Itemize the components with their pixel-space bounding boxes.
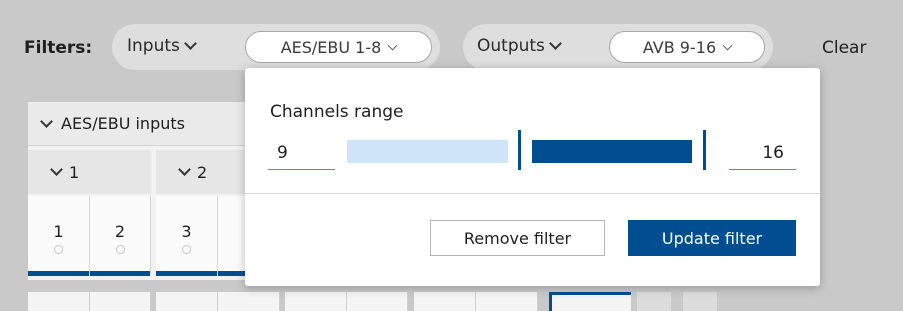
channel-group-label: 2 <box>197 162 208 182</box>
channel-cell[interactable]: 3 <box>156 196 218 276</box>
filters-label: Filters: <box>24 38 93 58</box>
outputs-dropdown[interactable]: Outputs <box>477 36 562 56</box>
channel-group-label: 1 <box>69 162 80 182</box>
grid-cell <box>285 292 347 311</box>
channel-cell[interactable]: 2 <box>90 196 151 276</box>
grid-cell <box>476 292 538 311</box>
channels-range-popover: Channels range Remove filter Update filt… <box>245 68 820 286</box>
channel-cell[interactable]: 1 <box>28 196 90 276</box>
clear-filters-button[interactable]: Clear <box>822 38 866 58</box>
section-header[interactable]: AES/EBU inputs <box>28 102 250 146</box>
range-track-selected[interactable] <box>532 140 692 163</box>
grid-cell <box>28 292 90 311</box>
grid-toggle[interactable] <box>637 292 671 311</box>
range-max-handle[interactable] <box>703 130 706 170</box>
channel-active-bar <box>90 271 150 276</box>
grid-cell <box>156 292 218 311</box>
range-track-unselected[interactable] <box>347 140 508 163</box>
chevron-down-icon <box>178 163 191 176</box>
status-dot-icon <box>182 245 191 254</box>
grid-cell <box>218 292 280 311</box>
range-max-input[interactable] <box>729 136 796 170</box>
range-min-input[interactable] <box>268 136 335 170</box>
chevron-down-icon <box>387 40 398 50</box>
section-title: AES/EBU inputs <box>61 114 185 133</box>
outputs-selection-label: AVB 9-16 <box>642 37 717 57</box>
inputs-selection-chip[interactable]: AES/EBU 1-8 <box>245 31 432 63</box>
chevron-down-icon <box>549 37 562 50</box>
inputs-dropdown-label: Inputs <box>127 36 180 56</box>
channel-number: 1 <box>53 222 64 241</box>
inputs-dropdown[interactable]: Inputs <box>127 36 197 56</box>
update-filter-button[interactable]: Update filter <box>628 220 796 256</box>
outputs-selection-chip[interactable]: AVB 9-16 <box>609 31 765 63</box>
grid-cell <box>347 292 408 311</box>
outputs-filter-pill: Outputs AVB 9-16 <box>463 24 773 70</box>
channel-number: 3 <box>181 222 192 241</box>
channel-number: 2 <box>114 222 126 241</box>
popover-divider <box>245 193 820 194</box>
grid-cell <box>414 292 476 311</box>
range-min-handle[interactable] <box>518 130 521 170</box>
grid-toggle[interactable] <box>683 292 717 311</box>
chevron-down-icon <box>50 163 63 176</box>
outputs-dropdown-label: Outputs <box>477 36 545 56</box>
channel-active-bar <box>156 271 217 276</box>
chevron-down-icon <box>184 37 197 50</box>
grid-cell-selected <box>549 292 631 311</box>
channel-group-toggle[interactable]: 1 <box>28 150 151 194</box>
chevron-down-icon <box>40 114 53 128</box>
channel-group-toggle[interactable]: 2 <box>156 150 250 194</box>
status-dot-icon <box>54 245 63 254</box>
popover-title: Channels range <box>270 102 404 122</box>
inputs-filter-pill: Inputs AES/EBU 1-8 <box>112 24 440 70</box>
grid-cell <box>90 292 151 311</box>
inputs-selection-label: AES/EBU 1-8 <box>280 37 382 57</box>
channel-active-bar <box>28 271 89 276</box>
remove-filter-button[interactable]: Remove filter <box>430 220 605 256</box>
status-dot-icon <box>115 245 125 254</box>
chevron-down-icon <box>722 40 733 50</box>
